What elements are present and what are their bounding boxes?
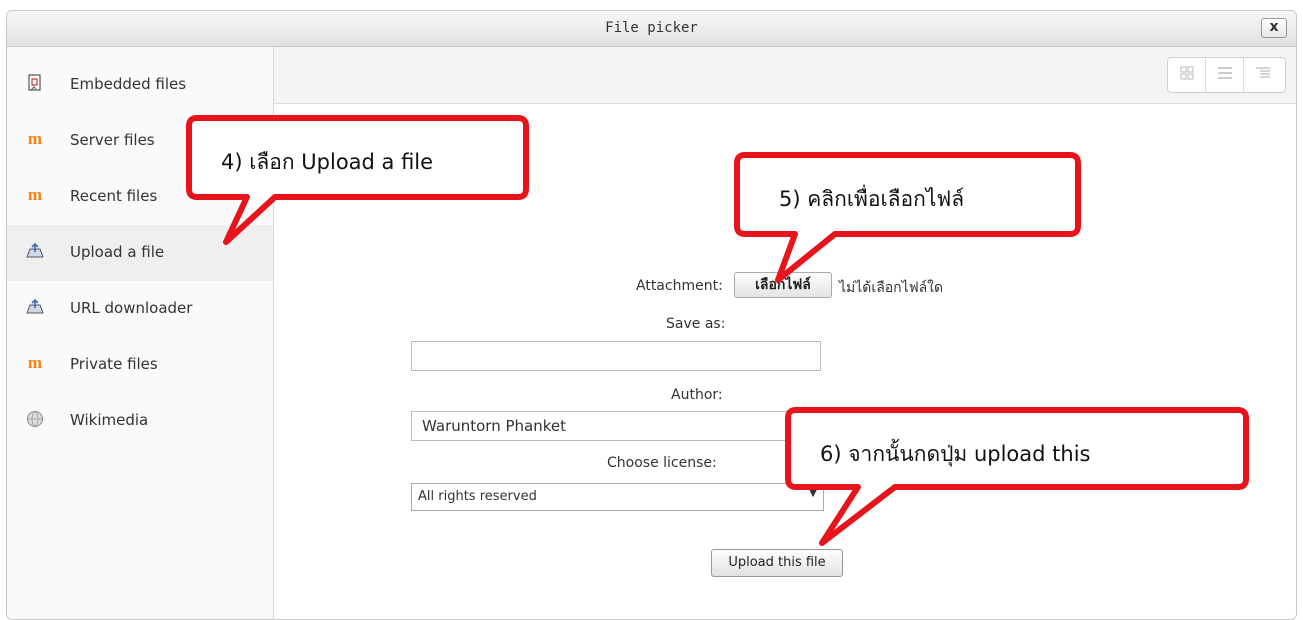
sidebar-item-label: Wikimedia [70,411,149,429]
repository-sidebar: Embedded files m Server files m Recent f… [7,47,274,619]
license-selected-value: All rights reserved [418,489,537,504]
sidebar-item-label: Embedded files [70,75,187,93]
sidebar-item-upload-a-file[interactable]: Upload a file [7,225,273,281]
view-toolbar [274,47,1296,104]
save-as-input[interactable] [411,341,821,371]
sidebar-item-embedded-files[interactable]: Embedded files [7,57,273,113]
save-as-label: Save as: [666,316,726,332]
sidebar-item-label: Private files [70,355,158,373]
sidebar-item-label: URL downloader [70,299,193,317]
moodle-icon: m [27,129,43,148]
sidebar-item-private-files[interactable]: m Private files [7,337,273,393]
callout-step5-text: 5) คลิกเพื่อเลือกไฟล์ [779,187,965,211]
view-switcher [1167,57,1286,93]
dropdown-arrow-icon: ▼ [809,488,817,499]
callout-step6-text: 6) จากนั้นกดปุ่ม upload this [820,442,1091,466]
callout-step4-text: 4) เลือก Upload a file [221,150,434,174]
attachment-label: Attachment: [636,278,723,294]
title-bar: File picker x [7,11,1296,47]
globe-icon [26,410,44,428]
dialog-title: File picker [605,20,698,36]
choose-file-button[interactable]: เลือกไฟล์ [734,272,832,298]
moodle-icon: m [27,353,43,372]
upload-this-file-button[interactable]: Upload this file [711,549,843,577]
sidebar-item-label: Server files [70,131,155,149]
license-select[interactable]: All rights reserved ▼ [411,483,824,511]
file-picker-dialog: File picker x Embedded files m Server fi… [6,10,1297,620]
upload-icon [26,298,44,316]
file-icon [26,74,44,92]
moodle-icon: m [27,185,43,204]
tree-view-icon[interactable] [1244,58,1282,92]
sidebar-item-label: Upload a file [70,243,165,261]
author-label: Author: [671,387,723,403]
upload-icon [26,242,44,260]
list-view-icon[interactable] [1206,58,1244,92]
sidebar-item-wikimedia[interactable]: Wikimedia [7,393,273,449]
no-file-chosen-text: ไม่ได้เลือกไฟล์ใด [839,280,944,296]
grid-view-icon[interactable] [1168,58,1206,92]
sidebar-item-label: Recent files [70,187,158,205]
close-button[interactable]: x [1261,18,1287,38]
license-label: Choose license: [607,455,717,471]
author-input[interactable]: Waruntorn Phanket [411,411,821,441]
sidebar-item-url-downloader[interactable]: URL downloader [7,281,273,337]
